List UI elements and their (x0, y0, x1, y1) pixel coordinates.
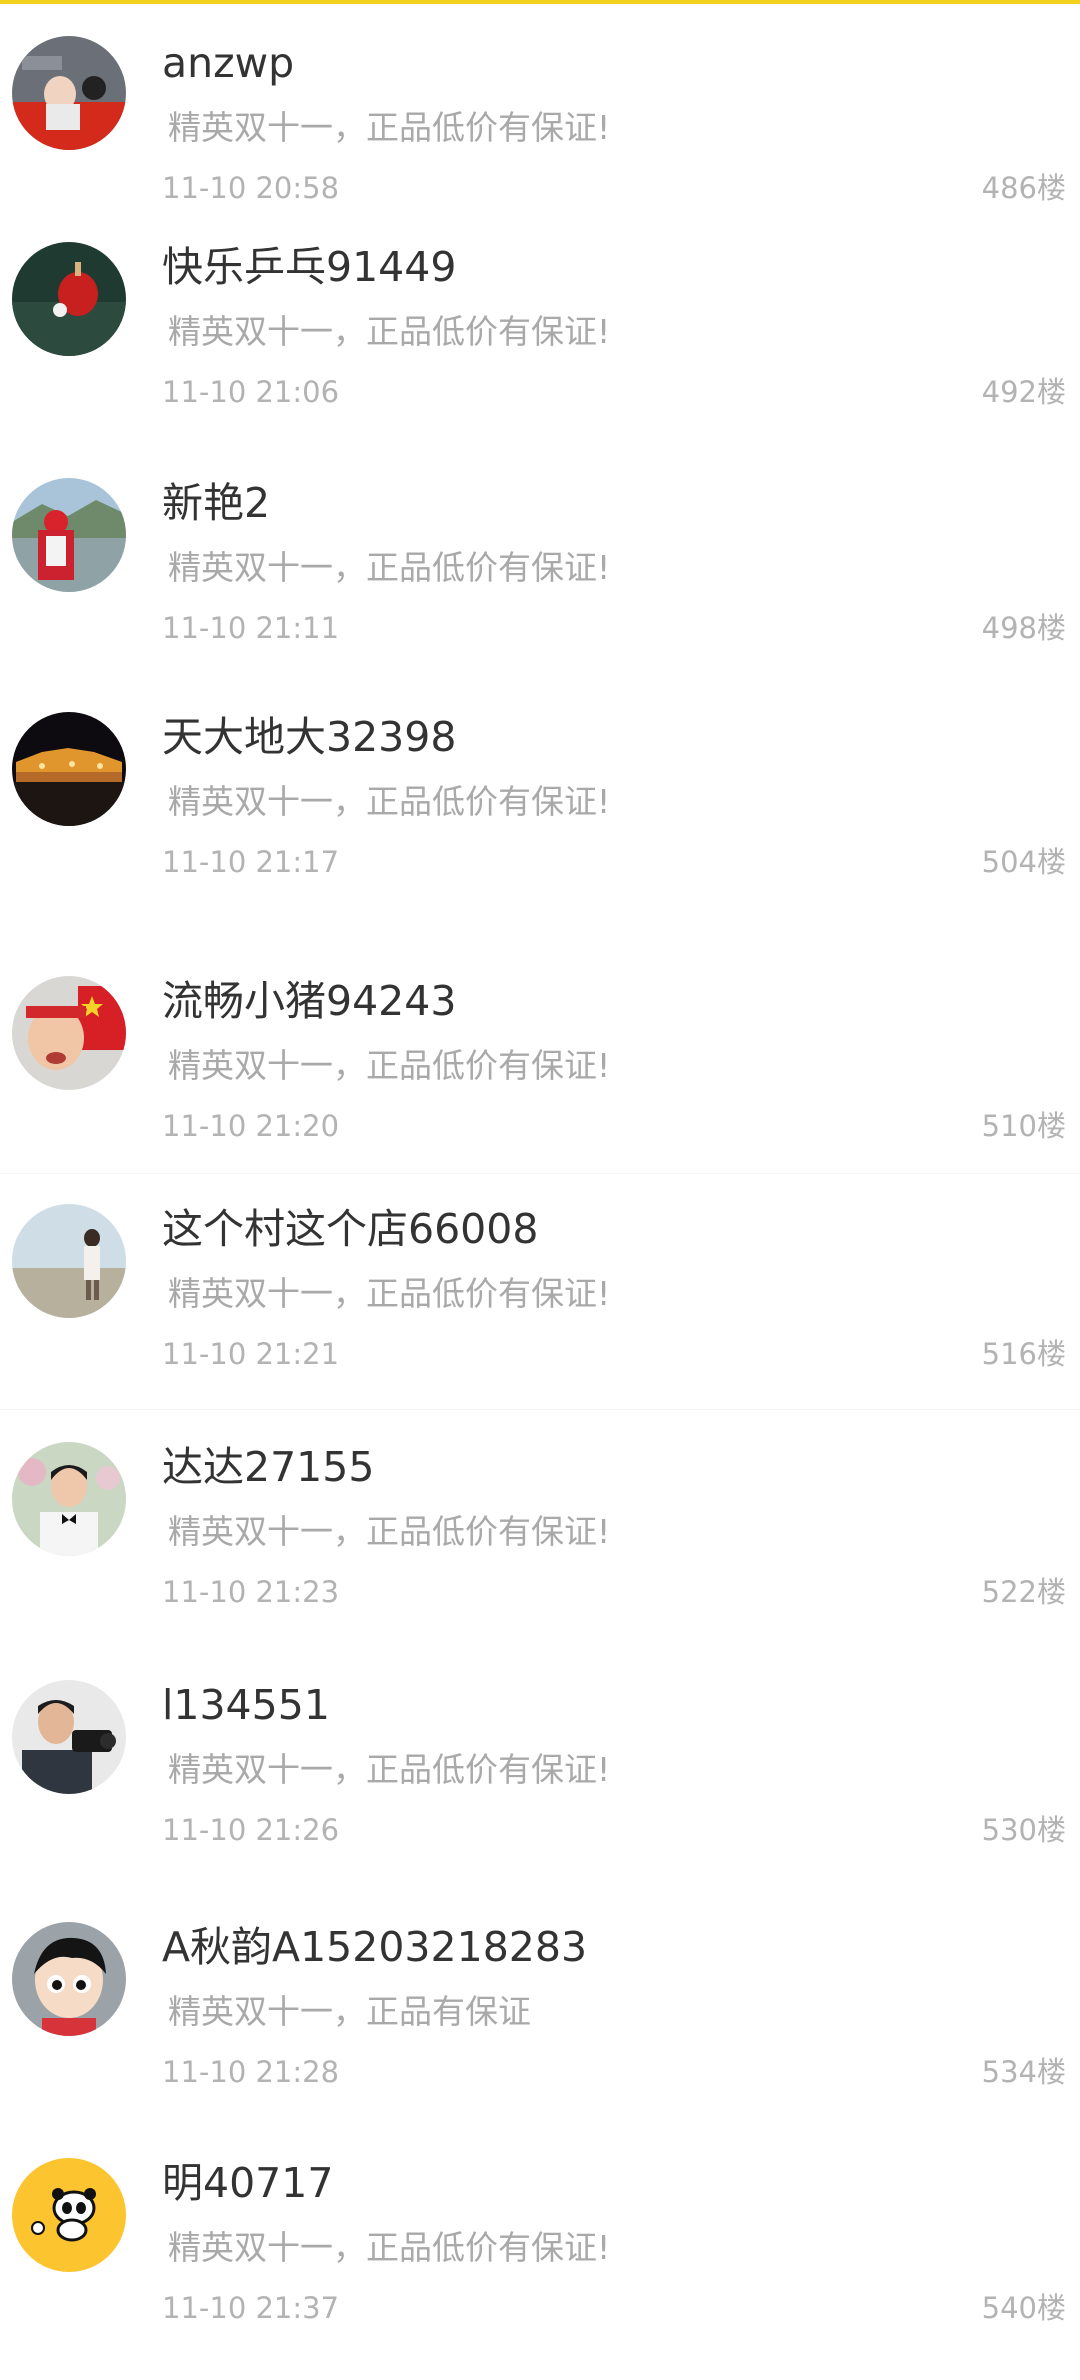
user-avatar[interactable] (12, 1680, 126, 1794)
floor-number: 486楼 (981, 171, 1066, 205)
username[interactable]: 流畅小猪94243 (162, 976, 456, 1026)
comment-time: 11-10 21:28 (162, 2055, 340, 2089)
comment-item: 这个村这个店66008 精英双十一，正品低价有保证! 11-10 21:21 5… (0, 1174, 1080, 1410)
username[interactable]: A秋韵A15203218283 (162, 1922, 587, 1972)
user-avatar[interactable] (12, 2158, 126, 2272)
user-avatar[interactable] (12, 36, 126, 150)
floor-number: 540楼 (981, 2291, 1066, 2325)
comment-time: 11-10 21:06 (162, 375, 340, 409)
floor-number: 498楼 (981, 611, 1066, 645)
floor-number: 492楼 (981, 375, 1066, 409)
user-avatar[interactable] (12, 1442, 126, 1556)
comment-text: 精英双十一，正品低价有保证! (168, 1046, 611, 1085)
username[interactable]: l134551 (162, 1680, 330, 1730)
comment-time: 11-10 21:20 (162, 1109, 340, 1143)
floor-number: 534楼 (981, 2055, 1066, 2089)
comment-time: 11-10 21:26 (162, 1813, 340, 1847)
username[interactable]: anzwp (162, 38, 294, 88)
comment-text: 精英双十一，正品低价有保证! (168, 782, 611, 821)
comment-time: 11-10 21:21 (162, 1337, 340, 1371)
floor-number: 516楼 (981, 1337, 1066, 1371)
comment-time: 11-10 20:58 (162, 171, 340, 205)
floor-number: 522楼 (981, 1575, 1066, 1609)
comment-time: 11-10 21:23 (162, 1575, 340, 1609)
comment-time: 11-10 21:11 (162, 611, 340, 645)
comment-item: l134551 精英双十一，正品低价有保证! 11-10 21:26 530楼 (0, 1650, 1080, 1890)
comment-item: 流畅小猪94243 精英双十一，正品低价有保证! 11-10 21:20 510… (0, 954, 1080, 1174)
comment-item: 新艳2 精英双十一，正品低价有保证! 11-10 21:11 498楼 (0, 456, 1080, 692)
username[interactable]: 达达27155 (162, 1442, 374, 1492)
comment-item: 快乐乒乓91449 精英双十一，正品低价有保证! 11-10 21:06 492… (0, 220, 1080, 456)
comment-text: 精英双十一，正品低价有保证! (168, 1512, 611, 1551)
comment-time: 11-10 21:37 (162, 2291, 340, 2325)
username[interactable]: 这个村这个店66008 (162, 1204, 538, 1254)
user-avatar[interactable] (12, 976, 126, 1090)
floor-number: 504楼 (981, 845, 1066, 879)
comment-text: 精英双十一，正品低价有保证! (168, 312, 611, 351)
floor-number: 530楼 (981, 1813, 1066, 1847)
comment-text: 精英双十一，正品有保证 (168, 1992, 531, 2031)
user-avatar[interactable] (12, 1922, 126, 2036)
username[interactable]: 快乐乒乓91449 (162, 242, 456, 292)
user-avatar[interactable] (12, 478, 126, 592)
comment-time: 11-10 21:17 (162, 845, 340, 879)
user-avatar[interactable] (12, 242, 126, 356)
comment-text: 精英双十一，正品低价有保证! (168, 548, 611, 587)
username[interactable]: 明40717 (162, 2158, 333, 2208)
comment-text: 精英双十一，正品低价有保证! (168, 1750, 611, 1789)
comment-text: 精英双十一，正品低价有保证! (168, 2228, 611, 2267)
comment-item: 明40717 精英双十一，正品低价有保证! 11-10 21:37 540楼 (0, 2126, 1080, 2380)
comment-text: 精英双十一，正品低价有保证! (168, 108, 611, 147)
user-avatar[interactable] (12, 1204, 126, 1318)
comment-item: 达达27155 精英双十一，正品低价有保证! 11-10 21:23 522楼 (0, 1410, 1080, 1650)
comment-text: 精英双十一，正品低价有保证! (168, 1274, 611, 1313)
comment-item: A秋韵A15203218283 精英双十一，正品有保证 11-10 21:28 … (0, 1890, 1080, 2126)
floor-number: 510楼 (981, 1109, 1066, 1143)
comment-item: anzwp 精英双十一，正品低价有保证! 11-10 20:58 486楼 (0, 0, 1080, 220)
comment-item: 天大地大32398 精英双十一，正品低价有保证! 11-10 21:17 504… (0, 692, 1080, 954)
username[interactable]: 新艳2 (162, 478, 270, 528)
username[interactable]: 天大地大32398 (162, 712, 456, 762)
user-avatar[interactable] (12, 712, 126, 826)
